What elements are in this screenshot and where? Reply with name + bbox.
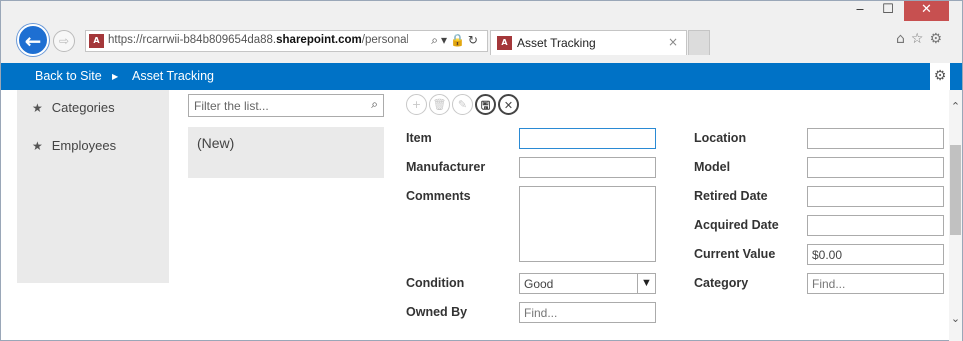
new-tab-button[interactable] [688, 30, 710, 55]
home-favorites-settings-icons[interactable]: ⌂☆⚙ [896, 31, 948, 47]
comments-label: Comments [406, 189, 471, 203]
save-icon[interactable]: 🖫 [475, 94, 496, 115]
scroll-up-icon[interactable]: ⌃ [949, 100, 962, 113]
tab-close-icon[interactable]: × [668, 35, 678, 49]
back-button[interactable]: ← [17, 24, 49, 56]
tab-title: Asset Tracking [517, 36, 596, 50]
chevron-down-icon[interactable]: ▼ [637, 274, 655, 293]
condition-select[interactable]: Good ▼ [519, 273, 656, 294]
acquired-date-field[interactable] [807, 215, 944, 236]
nav-item-label: Categories [51, 100, 115, 115]
delete-icon[interactable]: 🗑 [429, 94, 450, 115]
vertical-scrollbar[interactable]: ⌃ ⌄ [949, 90, 962, 341]
url-text: https://rcarrwii-b84b809654da88.sharepoi… [108, 34, 408, 46]
cancel-icon[interactable]: ✕ [498, 94, 519, 115]
current-value-label: Current Value [694, 247, 776, 261]
minimize-button[interactable]: ‒ [847, 1, 873, 21]
item-field[interactable] [519, 128, 656, 149]
app-title-link[interactable]: Asset Tracking [132, 69, 214, 83]
filter-placeholder: Filter the list... [194, 99, 269, 113]
add-icon[interactable]: + [406, 94, 427, 115]
address-bar[interactable]: A https://rcarrwii-b84b809654da88.sharep… [85, 30, 488, 52]
back-to-site-link[interactable]: Back to Site [35, 69, 102, 83]
tab-asset-tracking[interactable]: A Asset Tracking × [490, 30, 687, 55]
edit-icon[interactable]: ✎ [452, 94, 473, 115]
close-window-button[interactable]: ✕ [904, 1, 949, 21]
list-item[interactable]: (New) [188, 127, 384, 178]
forward-button[interactable]: ⇨ [53, 30, 75, 52]
url-suffix: /personal/rc [361, 34, 408, 46]
star-icon: ★ [32, 139, 43, 153]
category-label: Category [694, 276, 749, 290]
category-field[interactable]: Find... [807, 273, 944, 294]
model-label: Model [694, 160, 731, 174]
retired-date-label: Retired Date [694, 189, 768, 203]
comments-textarea[interactable] [519, 186, 656, 262]
access-app-icon: A [89, 34, 104, 48]
left-navigation: ★ Categories ★ Employees [17, 90, 169, 283]
manufacturer-label: Manufacturer [406, 160, 486, 174]
acquired-date-label: Acquired Date [694, 218, 779, 232]
model-field[interactable] [807, 157, 944, 178]
maximize-button[interactable]: ☐ [875, 1, 901, 21]
url-domain: sharepoint.com [276, 34, 362, 46]
settings-gear-icon[interactable]: ⚙ [930, 63, 950, 90]
address-tools-icons[interactable]: ⌕▾🔒↻ [431, 33, 481, 48]
breadcrumb-separator-icon: ▶ [112, 72, 119, 81]
condition-label: Condition [406, 276, 465, 290]
item-label: Item [406, 131, 432, 145]
retired-date-field[interactable] [807, 186, 944, 207]
location-field[interactable] [807, 128, 944, 149]
nav-item-label: Employees [51, 138, 117, 153]
scroll-thumb[interactable] [950, 145, 961, 235]
filter-list-input[interactable]: Filter the list... ⌕ [188, 94, 384, 117]
browser-window: ‒ ☐ ✕ ← ⇨ A https://rcarrwii-b84b809654d… [0, 0, 963, 341]
navigation-row: ← ⇨ A https://rcarrwii-b84b809654da88.sh… [1, 21, 962, 63]
list-item-label: (New) [197, 135, 235, 151]
nav-item-categories[interactable]: ★ Categories [32, 100, 115, 115]
condition-value: Good [524, 277, 554, 291]
manufacturer-field[interactable] [519, 157, 656, 178]
search-icon[interactable]: ⌕ [371, 97, 378, 112]
star-icon: ★ [32, 101, 43, 115]
scroll-down-icon[interactable]: ⌄ [949, 312, 962, 325]
owned-by-field[interactable]: Find... [519, 302, 656, 323]
owned-by-label: Owned By [406, 305, 468, 319]
nav-item-employees[interactable]: ★ Employees [32, 138, 116, 153]
sharepoint-bar: Back to Site ▶ Asset Tracking ⚙ [1, 63, 962, 90]
current-value-field[interactable]: $0.00 [807, 244, 944, 265]
location-label: Location [694, 131, 747, 145]
url-prefix: https://rcarrwii-b84b809654da88. [108, 34, 277, 46]
tab-favicon-icon: A [497, 36, 512, 50]
